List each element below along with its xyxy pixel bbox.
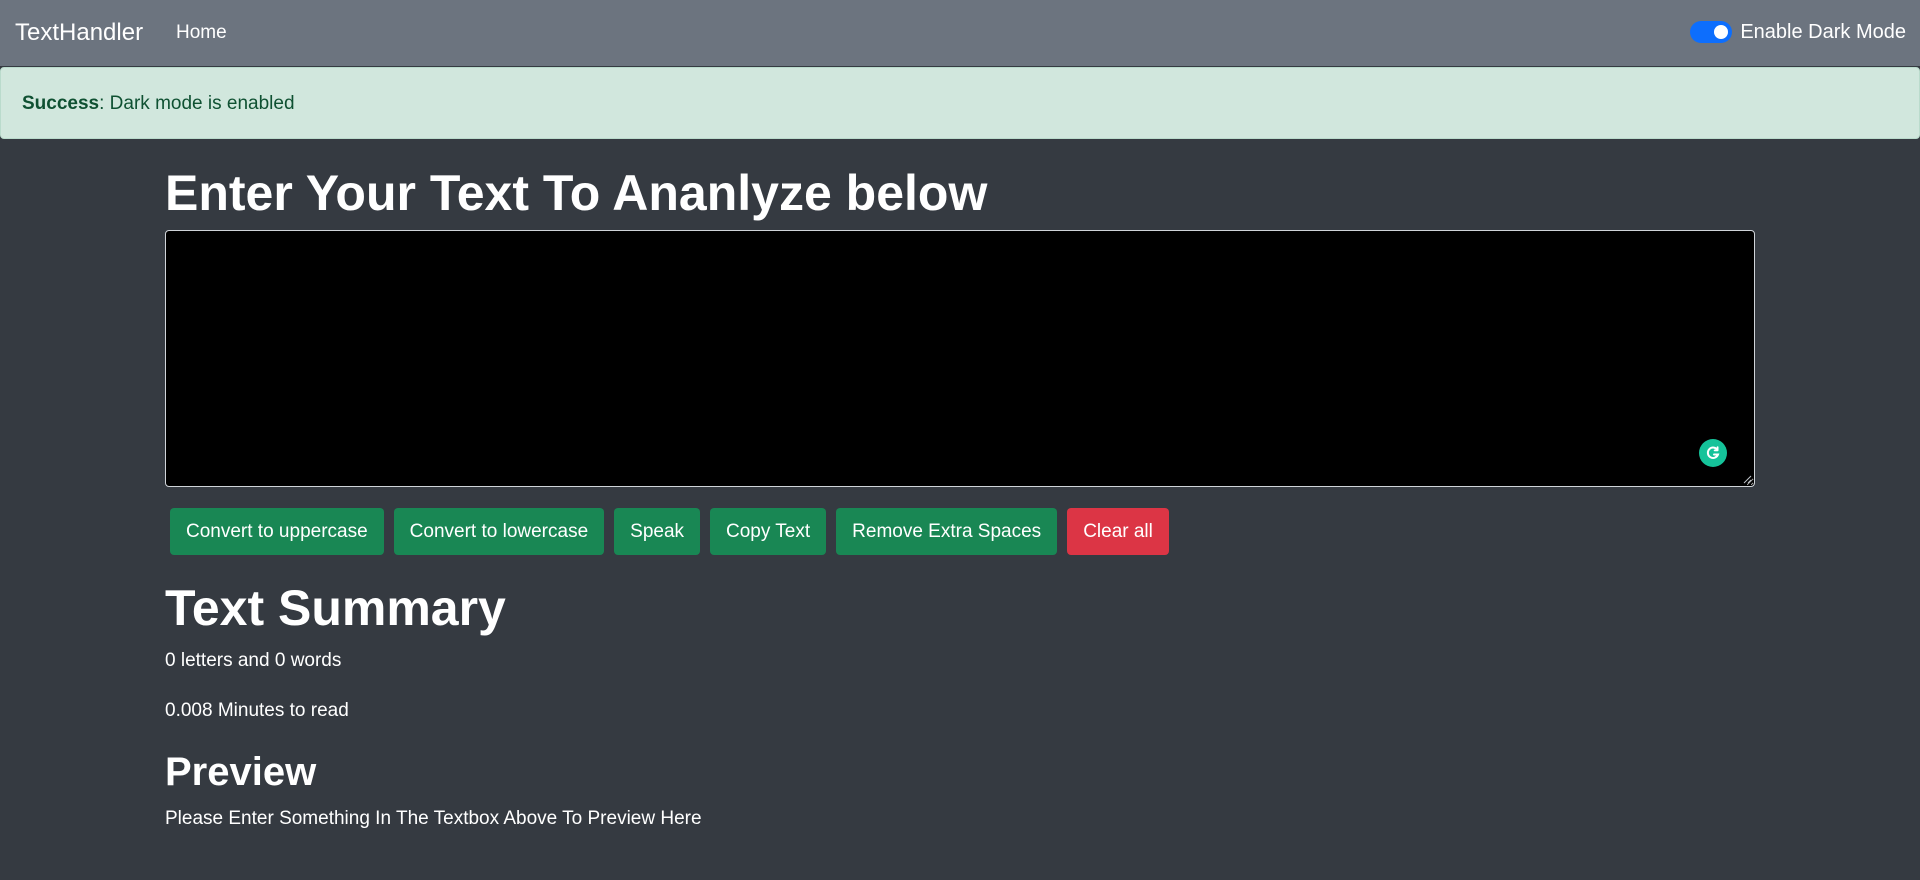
navbar: TextHandler Home Enable Dark Mode: [0, 0, 1920, 66]
page-title: Enter Your Text To Ananlyze below: [165, 165, 988, 221]
grammarly-glyph: [1706, 446, 1720, 459]
summary-heading: Text Summary: [165, 580, 506, 636]
speak-button[interactable]: Speak: [614, 508, 701, 555]
read-time: 0.008 Minutes to read: [165, 700, 349, 721]
preview-heading: Preview: [165, 750, 317, 794]
convert-lowercase-button[interactable]: Convert to lowercase: [393, 508, 605, 555]
success-alert: Success: Dark mode is enabled: [0, 67, 1920, 139]
toggle-knob: [1714, 25, 1729, 39]
text-input[interactable]: [165, 230, 1755, 487]
preview-text: Please Enter Something In The Textbox Ab…: [165, 808, 702, 829]
action-buttons: Convert to uppercase Convert to lowercas…: [170, 508, 1169, 555]
copy-text-button[interactable]: Copy Text: [710, 508, 827, 555]
dark-mode-toggle[interactable]: [1690, 21, 1733, 43]
grammarly-icon[interactable]: [1699, 439, 1727, 467]
convert-uppercase-button[interactable]: Convert to uppercase: [170, 508, 384, 555]
clear-all-button[interactable]: Clear all: [1067, 508, 1169, 555]
resize-handle-icon[interactable]: [1743, 475, 1752, 484]
letter-word-count: 0 letters and 0 words: [165, 650, 342, 671]
alert-type-label: Success: [22, 93, 100, 114]
text-input-wrapper: [165, 230, 1755, 487]
brand-link[interactable]: TextHandler: [15, 19, 143, 47]
dark-mode-label[interactable]: Enable Dark Mode: [1740, 20, 1906, 44]
nav-home-link[interactable]: Home: [176, 22, 227, 44]
alert-message: : Dark mode is enabled: [99, 93, 295, 114]
remove-extra-spaces-button[interactable]: Remove Extra Spaces: [836, 508, 1058, 555]
dark-mode-switch: Enable Dark Mode: [1690, 20, 1906, 44]
